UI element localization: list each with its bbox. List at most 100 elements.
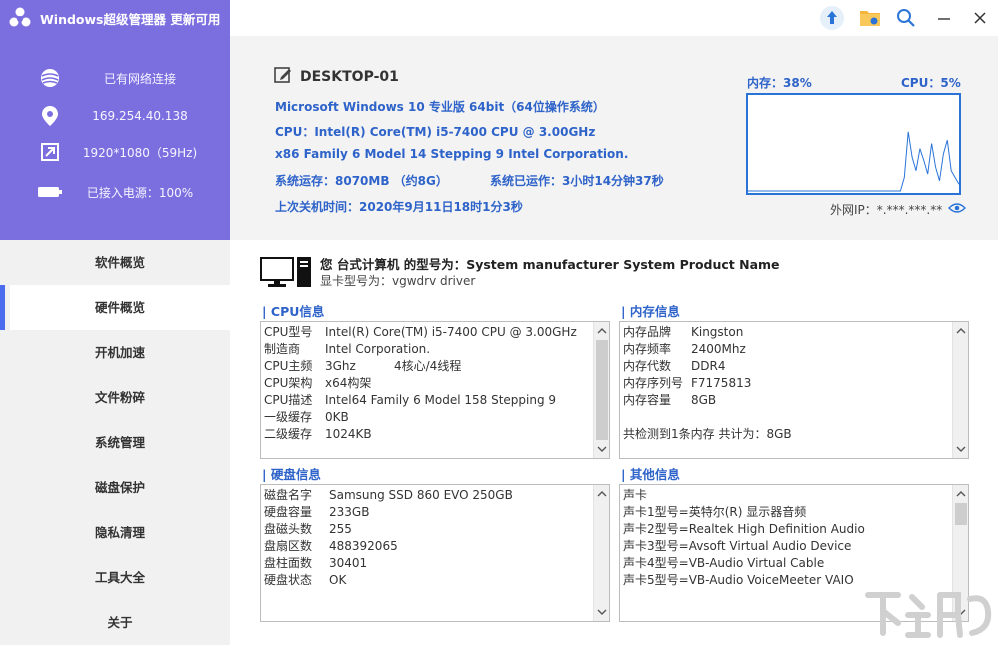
folder-search-button[interactable]: [856, 4, 884, 32]
other-info-row: 声卡: [623, 488, 648, 502]
memory-info-row: 内存容量 8GB: [623, 392, 950, 409]
nav-item-1[interactable]: 软件概览: [10, 240, 230, 285]
other-info-row: 声卡1型号=英特尔(R) 显示器音频: [623, 505, 807, 519]
row-value: 0KB: [325, 410, 349, 424]
close-icon: [974, 12, 986, 24]
disk-info-rows: 磁盘名字 Samsung SSD 860 EVO 250GB 硬盘容量 233GB 盘磁…: [264, 487, 591, 589]
nav-item-4[interactable]: 文件粉碎: [10, 375, 230, 420]
watermark-logo: [860, 585, 995, 643]
nav-item-6[interactable]: 磁盘保护: [10, 465, 230, 510]
scroll-up-icon[interactable]: [956, 326, 966, 336]
os-info: Microsoft Windows 10 专业版 64bit（64位操作系统）: [275, 100, 605, 114]
cpu-usage-label: CPU：5%: [901, 76, 961, 90]
disk-info-row: 磁盘名字 Samsung SSD 860 EVO 250GB: [264, 487, 591, 504]
network-status: 已有网络连接: [38, 68, 218, 88]
row-value: 30401: [329, 556, 368, 570]
upload-arrow-icon: [820, 6, 844, 30]
usage-graph: [746, 93, 961, 195]
memory-scrollbar[interactable]: [952, 322, 968, 458]
row-key: 制造商: [264, 342, 301, 356]
row-value: 1024KB: [325, 427, 372, 441]
search-icon: [897, 9, 915, 27]
disk-scrollbar[interactable]: [593, 485, 609, 621]
brand-panel: Windows超级管理器 更新可用 已有网络连接 169.254.40.138 …: [0, 0, 230, 240]
nav-menu: 软件概览 硬件概览 开机加速 文件粉碎 系统管理 磁盘保护 隐私清理 工具大全 关于: [0, 240, 230, 645]
memory-usage-label: 内存：38%: [747, 76, 812, 90]
row-value: x64构架: [325, 376, 372, 390]
nav-item-2[interactable]: 硬件概览: [0, 285, 230, 330]
pc-name: DESKTOP-01: [300, 69, 399, 85]
cpu-section-title: | CPU信息: [262, 304, 325, 319]
minimize-button[interactable]: [930, 4, 958, 32]
nav-item-8[interactable]: 工具大全: [10, 555, 230, 600]
row-extra: 4核心/4线程: [394, 359, 462, 373]
row-key: 磁盘名字: [264, 488, 313, 502]
disk-section-title: | 硬盘信息: [262, 467, 321, 482]
resize-icon: [38, 142, 62, 162]
cpu-info-row: 一级缓存 0KB: [264, 409, 591, 426]
other-info-row: 声卡4型号=VB-Audio Virtual Cable: [623, 556, 825, 570]
eye-icon[interactable]: [948, 202, 967, 217]
system-summary: DESKTOP-01 Microsoft Windows 10 专业版 64bi…: [230, 36, 998, 240]
row-key: 一级缓存: [264, 410, 313, 424]
row-key: CPU型号: [264, 325, 313, 339]
other-info-row: 声卡3型号=Avsoft Virtual Audio Device: [623, 539, 852, 553]
memory-info-rows: 内存品牌 Kingston 内存频率 2400Mhz 内存代数 DDR4 内存序列号 F717…: [623, 324, 950, 443]
edit-icon[interactable]: [274, 66, 292, 88]
nav-item-3[interactable]: 开机加速: [10, 330, 230, 375]
memory-summary: 共检测到1条内存 共计为：8GB: [623, 427, 792, 441]
ram-info: 系统运存：8070MB （约8G）: [275, 174, 448, 188]
memory-section-title: | 内存信息: [621, 304, 680, 319]
location-pin-icon: [38, 106, 62, 126]
row-key: 内存品牌: [623, 325, 672, 339]
scroll-thumb[interactable]: [955, 503, 967, 525]
cpu-info-box[interactable]: CPU型号 Intel(R) Core(TM) i5-7400 CPU @ 3.0…: [260, 321, 610, 459]
disk-info-box[interactable]: 磁盘名字 Samsung SSD 860 EVO 250GB 硬盘容量 233GB 盘磁…: [260, 484, 610, 622]
other-info-row: 声卡2型号=Realtek High Definition Audio: [623, 522, 865, 536]
scroll-down-icon[interactable]: [956, 444, 966, 454]
disk-section-title-text: 硬盘信息: [270, 467, 321, 482]
nav-item-7[interactable]: 隐私清理: [10, 510, 230, 555]
row-key: 二级缓存: [264, 427, 313, 441]
network-text: 已有网络连接: [103, 71, 176, 86]
scroll-up-icon[interactable]: [956, 489, 966, 499]
cpu-info-row: 制造商 Intel Corporation.: [264, 341, 591, 358]
row-key: 盘柱面数: [264, 556, 313, 570]
row-key: 盘磁头数: [264, 522, 313, 536]
row-value: F7175813: [691, 376, 752, 390]
scroll-up-icon[interactable]: [597, 489, 607, 499]
cpu-history-line: [748, 131, 960, 192]
row-value: OK: [329, 573, 347, 587]
cpu-info-rows: CPU型号 Intel(R) Core(TM) i5-7400 CPU @ 3.0…: [264, 324, 591, 443]
pc-name-row: DESKTOP-01: [274, 66, 399, 88]
search-button[interactable]: [892, 4, 920, 32]
power-status: 已接入电源：100%: [38, 182, 218, 202]
row-value: 2400Mhz: [691, 342, 746, 356]
upload-button[interactable]: [818, 4, 846, 32]
close-button[interactable]: [966, 4, 994, 32]
scroll-down-icon[interactable]: [597, 444, 607, 454]
row-key: 内存序列号: [623, 376, 684, 390]
scroll-thumb[interactable]: [596, 340, 608, 440]
scroll-up-icon[interactable]: [597, 326, 607, 336]
external-ip-row: 外网IP：*.***.***.**: [830, 201, 967, 218]
row-key: 硬盘容量: [264, 505, 313, 519]
row-key: 盘扇区数: [264, 539, 313, 553]
other-section-title-text: 其他信息: [629, 467, 680, 482]
resolution-text: 1920*1080（59Hz): [82, 145, 198, 160]
minimize-icon: [938, 18, 950, 20]
scroll-down-icon[interactable]: [597, 607, 607, 617]
nav-item-9[interactable]: 关于: [10, 600, 230, 645]
ip-status: 169.254.40.138: [38, 106, 218, 126]
battery-icon: [38, 182, 62, 202]
row-key: 内存代数: [623, 359, 672, 373]
row-key: 硬盘状态: [264, 573, 313, 587]
cpu-info-row: CPU主频 3Ghz 4核心/4线程: [264, 358, 591, 375]
row-value: Intel Corporation.: [325, 342, 431, 356]
app-title: Windows超级管理器 更新可用: [8, 6, 220, 30]
cpu-scrollbar[interactable]: [593, 322, 609, 458]
memory-info-row: 内存频率 2400Mhz: [623, 341, 950, 358]
nav-item-5[interactable]: 系统管理: [10, 420, 230, 465]
cpu-family: x86 Family 6 Model 14 Stepping 9 Intel C…: [275, 147, 629, 161]
memory-info-box[interactable]: 内存品牌 Kingston 内存频率 2400Mhz 内存代数 DDR4 内存序列号 F717…: [619, 321, 969, 459]
